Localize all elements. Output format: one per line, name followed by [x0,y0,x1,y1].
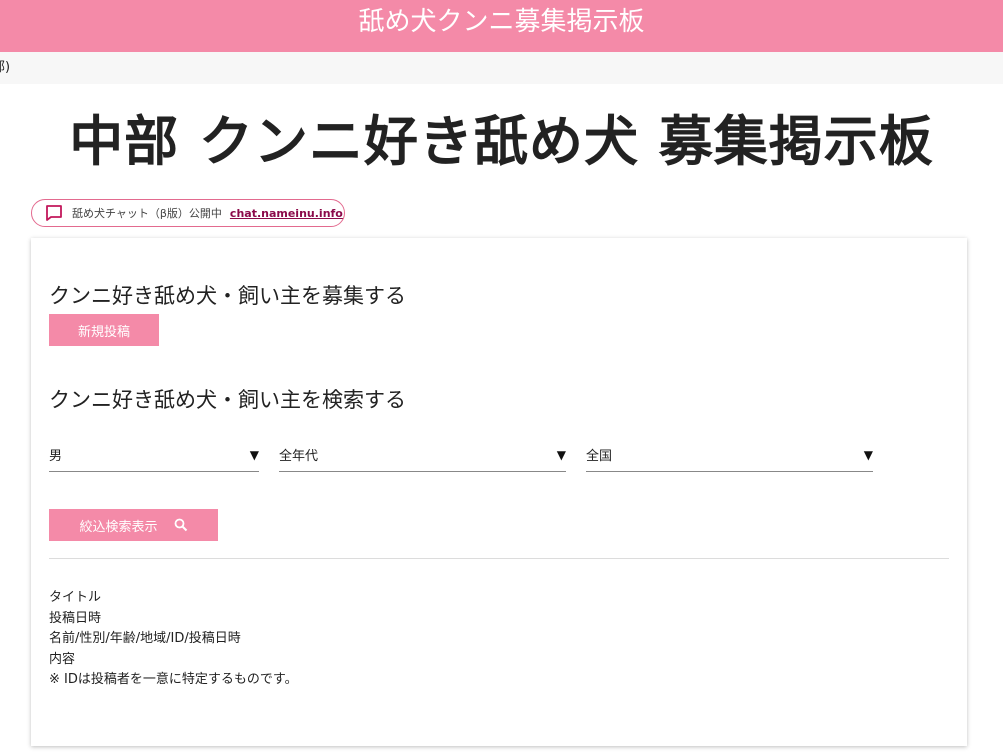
post-format-legend: タイトル 投稿日時 名前/性別/年齢/地域/ID/投稿日時 内容 ※ IDは投稿… [49,588,298,691]
site-title: 舐め犬クンニ募集掲示板 [358,7,645,37]
region-select-value: 全国 [586,449,613,464]
legend-meta: 名前/性別/年齢/地域/ID/投稿日時 [49,631,241,646]
legend-title: タイトル [49,590,102,605]
chevron-down-icon: ▼ [863,447,873,462]
gender-select[interactable]: 男 ▼ [49,438,259,472]
new-post-button[interactable]: 新規投稿 [49,314,159,346]
chat-bubble-icon [44,203,64,223]
breadcrumb: 部) [0,52,1003,84]
chevron-down-icon: ▼ [556,447,566,462]
chat-banner[interactable]: 舐め犬チャット（β版）公開中 chat.nameinu.info [31,199,345,227]
chevron-down-icon: ▼ [249,447,259,462]
legend-id-note: ※ IDは投稿者を一意に特定するものです。 [49,672,298,687]
age-select-value: 全年代 [279,449,319,464]
search-submit-button[interactable]: 絞込検索表示 [49,509,218,541]
breadcrumb-text: 部) [0,60,11,75]
recruit-heading: クンニ好き舐め犬・飼い主を募集する [49,284,406,308]
site-header: 舐め犬クンニ募集掲示板 [0,0,1003,52]
divider [49,558,949,559]
chat-link[interactable]: chat.nameinu.info [230,207,343,220]
search-heading: クンニ好き舐め犬・飼い主を検索する [49,388,406,412]
region-select[interactable]: 全国 ▼ [586,438,873,472]
search-icon [174,518,188,532]
legend-post-date: 投稿日時 [49,610,102,626]
search-submit-label: 絞込検索表示 [79,519,158,535]
legend-content: 内容 [49,651,76,667]
age-select[interactable]: 全年代 ▼ [279,438,566,472]
gender-select-value: 男 [49,449,63,464]
chat-banner-text: 舐め犬チャット（β版）公開中 [72,207,222,220]
page-title: 中部 クンニ好き舐め犬 募集掲示板 [69,110,934,173]
main-card: クンニ好き舐め犬・飼い主を募集する 新規投稿 クンニ好き舐め犬・飼い主を検索する… [31,238,967,746]
